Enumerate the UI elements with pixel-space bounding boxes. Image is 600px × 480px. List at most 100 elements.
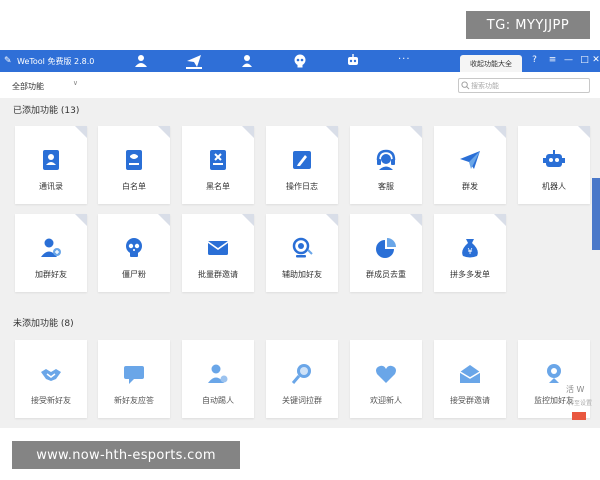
mail-icon xyxy=(206,236,230,260)
chat-bubble-icon xyxy=(122,362,146,386)
feature-card-keyword-group[interactable]: 关键词拉群 xyxy=(266,340,338,418)
feature-card-auto-kick[interactable]: 自动踢人 xyxy=(182,340,254,418)
log-icon xyxy=(290,148,314,172)
kick-user-icon xyxy=(206,362,230,386)
feature-card-blacklist[interactable]: 黑名单 xyxy=(182,126,254,204)
feature-card-log[interactable]: 操作日志 xyxy=(266,126,338,204)
feature-label: 接受新好友 xyxy=(31,396,71,405)
close-button[interactable]: ✕ xyxy=(592,54,600,67)
card-corner xyxy=(326,214,338,226)
feature-label: 关键词拉群 xyxy=(282,396,322,405)
card-corner xyxy=(494,126,506,138)
chevron-down-icon: ∨ xyxy=(72,79,78,87)
target-icon xyxy=(290,236,314,260)
skull-icon[interactable] xyxy=(292,53,308,69)
card-corner xyxy=(326,126,338,138)
feature-card-robot[interactable]: 机器人 xyxy=(518,126,590,204)
feature-card-accept-friend[interactable]: 接受新好友 xyxy=(15,340,87,418)
feature-label: 接受群邀请 xyxy=(450,396,490,405)
magnifier-icon xyxy=(290,362,314,386)
tray-badge xyxy=(572,412,586,420)
search-icon xyxy=(461,81,470,90)
paper-plane-icon xyxy=(458,148,482,172)
activation-text: 活 W xyxy=(566,385,585,394)
feature-card-broadcast[interactable]: 群发 xyxy=(434,126,506,204)
added-section-title: 已添加功能 (13) xyxy=(13,106,80,116)
title-bar: ✎ WeTool 免费版 2.8.0 ··· 收起功能大全 ? ≡ — □ ✕ xyxy=(0,50,600,72)
robot-icon[interactable] xyxy=(345,53,361,69)
help-button[interactable]: ? xyxy=(528,54,541,67)
url-watermark: www.now-hth-esports.com xyxy=(12,441,240,469)
wetool-window: ✎ WeTool 免费版 2.8.0 ··· 收起功能大全 ? ≡ — □ ✕ … xyxy=(0,50,600,428)
feature-label: 通讯录 xyxy=(39,182,63,191)
search-placeholder: 搜索功能 xyxy=(471,81,499,90)
menu-button[interactable]: ≡ xyxy=(546,54,559,67)
feature-card-dedupe[interactable]: 群成员去重 xyxy=(350,214,422,292)
feature-label: 操作日志 xyxy=(286,182,318,191)
feature-label: 黑名单 xyxy=(206,182,230,191)
blacklist-icon xyxy=(206,148,230,172)
svg-text:¥: ¥ xyxy=(467,247,472,256)
feature-card-friend-reply[interactable]: 新好友应答 xyxy=(98,340,170,418)
webcam-icon xyxy=(542,362,566,386)
app-title: ✎ WeTool 免费版 2.8.0 xyxy=(4,54,94,68)
favorites-tab[interactable]: 收起功能大全 xyxy=(460,55,522,72)
filter-select-value: 全部功能 xyxy=(12,81,44,91)
skull-icon xyxy=(122,236,146,260)
more-menu[interactable]: ··· xyxy=(398,54,411,65)
card-corner xyxy=(410,214,422,226)
feature-label: 机器人 xyxy=(542,182,566,191)
feature-card-whitelist[interactable]: 白名单 xyxy=(98,126,170,204)
card-corner xyxy=(494,214,506,226)
card-corner xyxy=(75,214,87,226)
feature-card-contacts[interactable]: 通讯录 xyxy=(15,126,87,204)
card-corner xyxy=(578,126,590,138)
feature-label: 白名单 xyxy=(122,182,146,191)
tg-watermark: TG: MYYJJPP xyxy=(466,11,590,39)
feature-card-zombie[interactable]: 僵尸粉 xyxy=(98,214,170,292)
feature-label: 加群好友 xyxy=(35,270,67,279)
whitelist-icon xyxy=(122,148,146,172)
wetool-logo-icon: ✎ xyxy=(4,56,12,66)
contacts-icon[interactable] xyxy=(133,53,149,69)
feature-card-batch-invite[interactable]: 批量群邀请 xyxy=(182,214,254,292)
card-corner xyxy=(75,126,87,138)
feature-card-group-friends[interactable]: 加群好友 xyxy=(15,214,87,292)
add-friend-icon xyxy=(39,236,63,260)
card-corner xyxy=(158,214,170,226)
feature-card-accept-invite[interactable]: 接受群邀请 xyxy=(434,340,506,418)
card-corner xyxy=(410,126,422,138)
feature-label: 僵尸粉 xyxy=(122,270,146,279)
contact-book-icon xyxy=(39,148,63,172)
side-panel-handle[interactable] xyxy=(592,178,600,250)
feature-label: 群发 xyxy=(462,182,478,191)
feature-label: 辅助加好友 xyxy=(282,270,322,279)
money-bag-icon: ¥ xyxy=(458,236,482,260)
user-icon[interactable] xyxy=(239,53,255,69)
feature-card-assist-add[interactable]: 辅助加好友 xyxy=(266,214,338,292)
pie-chart-icon xyxy=(374,236,398,260)
open-mail-icon xyxy=(458,362,482,386)
maximize-button[interactable]: □ xyxy=(578,54,591,67)
activation-subtext: 转至设置 xyxy=(568,400,593,407)
feature-card-welcome[interactable]: 欢迎新人 xyxy=(350,340,422,418)
search-input[interactable]: 搜索功能 xyxy=(458,78,590,93)
feature-label: 欢迎新人 xyxy=(370,396,402,405)
feature-card-pinduoduo[interactable]: ¥ 拼多多发单 xyxy=(434,214,506,292)
feature-label: 新好友应答 xyxy=(114,396,154,405)
send-icon[interactable] xyxy=(186,53,202,69)
feature-label: 客服 xyxy=(378,182,394,191)
feature-label: 群成员去重 xyxy=(366,270,406,279)
feature-label: 拼多多发单 xyxy=(450,270,490,279)
handshake-icon xyxy=(39,362,63,386)
minimize-button[interactable]: — xyxy=(562,54,575,67)
card-corner xyxy=(242,126,254,138)
robot-icon xyxy=(542,148,566,172)
toolbar: 全部功能 ∨ 搜索功能 xyxy=(0,72,600,98)
filter-select[interactable]: 全部功能 ∨ xyxy=(12,79,80,93)
feature-card-service[interactable]: 客服 xyxy=(350,126,422,204)
feature-label: 自动踢人 xyxy=(202,396,234,405)
heart-icon xyxy=(374,362,398,386)
card-corner xyxy=(242,214,254,226)
headset-icon xyxy=(374,148,398,172)
